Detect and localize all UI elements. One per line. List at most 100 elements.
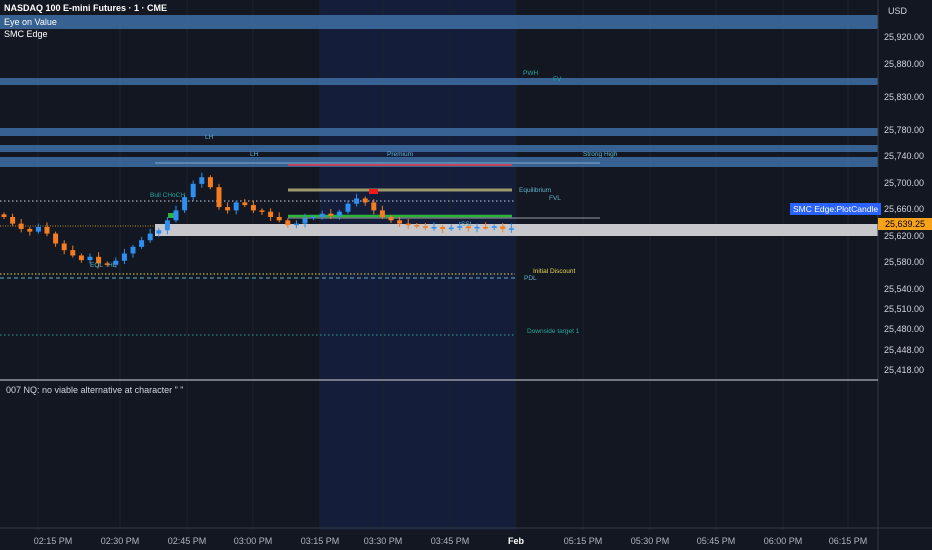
price-axis-label: 25,740.00	[884, 151, 925, 162]
candle-body	[371, 202, 377, 211]
candle-body	[147, 233, 153, 241]
supply-zone	[0, 145, 878, 152]
supply-zone	[0, 128, 878, 136]
candle-body	[10, 217, 16, 224]
candle-body	[474, 226, 480, 229]
price-axis-label: 25,540.00	[884, 283, 925, 294]
candle-body	[311, 217, 317, 219]
candle-body	[190, 183, 196, 198]
pwh-label: PWH	[523, 70, 539, 77]
ssl-label: SSL	[461, 221, 474, 228]
candle-body	[414, 224, 420, 227]
candle-body	[397, 220, 403, 224]
candle-body	[207, 177, 213, 188]
ob-marker	[369, 189, 378, 194]
candle-body	[388, 217, 394, 221]
candle-body	[1, 214, 7, 218]
time-axis-label: 02:30 PM	[100, 536, 140, 546]
candle-body	[18, 223, 24, 229]
fv-label: FV	[553, 76, 562, 83]
price-axis-label: 25,480.00	[884, 323, 925, 334]
candle-body	[250, 205, 256, 211]
candle-body	[362, 198, 368, 203]
hl-label: HL	[108, 262, 117, 269]
lh-label: LH	[250, 151, 259, 158]
candle-body	[78, 255, 84, 261]
candle-body	[500, 226, 506, 229]
time-axis-label: 03:45 PM	[430, 536, 470, 546]
candle-body	[121, 253, 127, 261]
symbol-title[interactable]: NASDAQ 100 E-mini Futures · 1 · CME	[4, 3, 167, 13]
strong-high-label: Strong High	[583, 151, 618, 158]
candle-body	[53, 233, 59, 244]
time-axis-label: 06:00 PM	[763, 536, 803, 546]
price-axis-label: 25,580.00	[884, 257, 925, 268]
candle-body	[225, 207, 231, 211]
time-axis-label: 06:15 PM	[828, 536, 868, 546]
current-price-label: 25,639.25	[878, 218, 932, 230]
candle-body	[61, 243, 67, 251]
price-chart[interactable]	[0, 0, 932, 550]
price-axis-label: 25,920.00	[884, 32, 925, 42]
candle-body	[405, 223, 411, 226]
candle-body	[199, 177, 205, 184]
candle-body	[379, 210, 385, 218]
candle-body	[44, 226, 50, 234]
candle-body	[508, 228, 514, 230]
candle-body	[319, 213, 325, 218]
lh-label: LH	[205, 134, 214, 141]
price-axis-label: 25,418.00	[884, 364, 925, 375]
price-axis-label: 25,448.00	[884, 344, 925, 355]
price-axis-label: 25,780.00	[884, 124, 925, 135]
candle-body	[242, 202, 248, 206]
currency-label[interactable]: USD	[888, 6, 907, 16]
candle-body	[448, 227, 454, 230]
eql-label: EQL	[90, 262, 104, 269]
candle-body	[233, 202, 239, 211]
console-error-message: 007 NQ: no viable alternative at charact…	[6, 385, 184, 395]
supply-zone	[0, 78, 878, 85]
indicator-eye-on-value[interactable]: Eye on Value	[4, 17, 57, 27]
candle-body	[156, 230, 162, 234]
time-axis-label: 05:45 PM	[696, 536, 736, 546]
time-axis-label: 03:30 PM	[363, 536, 403, 546]
candle-body	[35, 226, 41, 232]
price-axis-label: 25,700.00	[884, 177, 925, 188]
candle-body	[216, 187, 222, 208]
candle-body	[431, 226, 437, 229]
candle-body	[328, 213, 334, 216]
downside-target-label: Downside target 1	[527, 328, 580, 335]
indicator-smc-edge[interactable]: SMC Edge	[4, 29, 48, 39]
price-axis-label: 25,510.00	[884, 303, 925, 314]
candle-body	[164, 220, 170, 231]
price-axis-label: 25,830.00	[884, 91, 925, 102]
candle-body	[173, 210, 179, 221]
price-axis-label: 25,660.00	[884, 204, 925, 215]
fvl-label: FVL	[549, 195, 561, 202]
candle-body	[87, 256, 93, 261]
candle-body	[345, 203, 351, 212]
time-axis-label: 05:15 PM	[563, 536, 603, 546]
candle-body	[139, 240, 145, 247]
candle-body	[259, 210, 265, 212]
price-axis-label: 25,880.00	[884, 58, 925, 69]
pdl-label: PDL	[524, 275, 537, 282]
time-axis-label: Feb	[507, 536, 525, 546]
candle-body	[336, 211, 342, 216]
candle-body	[354, 198, 360, 204]
candle-body	[302, 218, 308, 224]
time-axis-label: 02:15 PM	[33, 536, 73, 546]
demand-zone	[155, 224, 878, 236]
candle-body	[293, 223, 299, 226]
time-axis-label: 03:15 PM	[300, 536, 340, 546]
candle-body	[276, 217, 282, 221]
candle-body	[285, 220, 291, 225]
time-axis-label: 05:30 PM	[630, 536, 670, 546]
candle-body	[483, 226, 489, 229]
price-axis-label: 25,620.00	[884, 230, 925, 241]
candle-body	[440, 226, 446, 229]
candle-body	[491, 226, 497, 228]
candle-body	[268, 211, 274, 218]
time-axis-label: 03:00 PM	[233, 536, 273, 546]
premium-label: Premium	[387, 151, 414, 158]
